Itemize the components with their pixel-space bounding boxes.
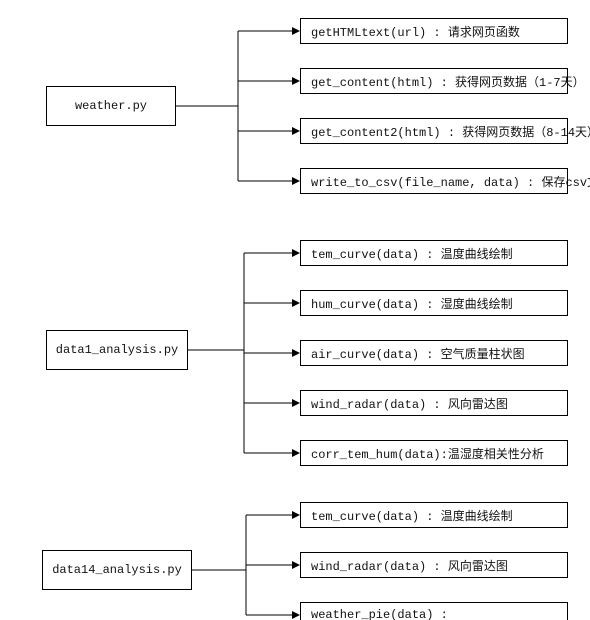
func-box-write_to_csv: write_to_csv(file_name, data) : 保存csv文件 [300, 168, 568, 194]
func-box-tem_curve1: tem_curve(data) : 温度曲线绘制 [300, 240, 568, 266]
func-label: air_curve(data) : 空气质量柱状图 [311, 345, 525, 362]
func-box-wind_radar1: wind_radar(data) : 风向雷达图 [300, 390, 568, 416]
func-box-get_content: get_content(html) : 获得网页数据（1-7天） [300, 68, 568, 94]
func-label: wind_radar(data) : 风向雷达图 [311, 557, 508, 574]
func-box-tem_curve14: tem_curve(data) : 温度曲线绘制 [300, 502, 568, 528]
func-box-air_curve: air_curve(data) : 空气质量柱状图 [300, 340, 568, 366]
func-label: tem_curve(data) : 温度曲线绘制 [311, 507, 513, 524]
func-box-hum_curve: hum_curve(data) : 湿度曲线绘制 [300, 290, 568, 316]
func-label: weather_pie(data) : [311, 608, 448, 620]
file-box-data1: data1_analysis.py [46, 330, 188, 370]
func-label: get_content(html) : 获得网页数据（1-7天） [311, 73, 585, 90]
func-label: getHTMLtext(url) : 请求网页函数 [311, 23, 520, 40]
func-box-get_content2: get_content2(html) : 获得网页数据（8-14天） [300, 118, 568, 144]
func-label: hum_curve(data) : 湿度曲线绘制 [311, 295, 513, 312]
func-box-corr_tem_hum: corr_tem_hum(data):温湿度相关性分析 [300, 440, 568, 466]
func-label: write_to_csv(file_name, data) : 保存csv文件 [311, 173, 590, 190]
file-label: weather.py [75, 99, 147, 113]
func-label: corr_tem_hum(data):温湿度相关性分析 [311, 445, 544, 462]
file-box-data14: data14_analysis.py [42, 550, 192, 590]
func-box-weather_pie: weather_pie(data) : [300, 602, 568, 620]
func-box-wind_radar14: wind_radar(data) : 风向雷达图 [300, 552, 568, 578]
file-label: data1_analysis.py [56, 343, 178, 357]
file-label: data14_analysis.py [52, 563, 182, 577]
file-box-weather: weather.py [46, 86, 176, 126]
func-label: tem_curve(data) : 温度曲线绘制 [311, 245, 513, 262]
func-box-getHTMLtext: getHTMLtext(url) : 请求网页函数 [300, 18, 568, 44]
func-label: get_content2(html) : 获得网页数据（8-14天） [311, 123, 590, 140]
func-label: wind_radar(data) : 风向雷达图 [311, 395, 508, 412]
